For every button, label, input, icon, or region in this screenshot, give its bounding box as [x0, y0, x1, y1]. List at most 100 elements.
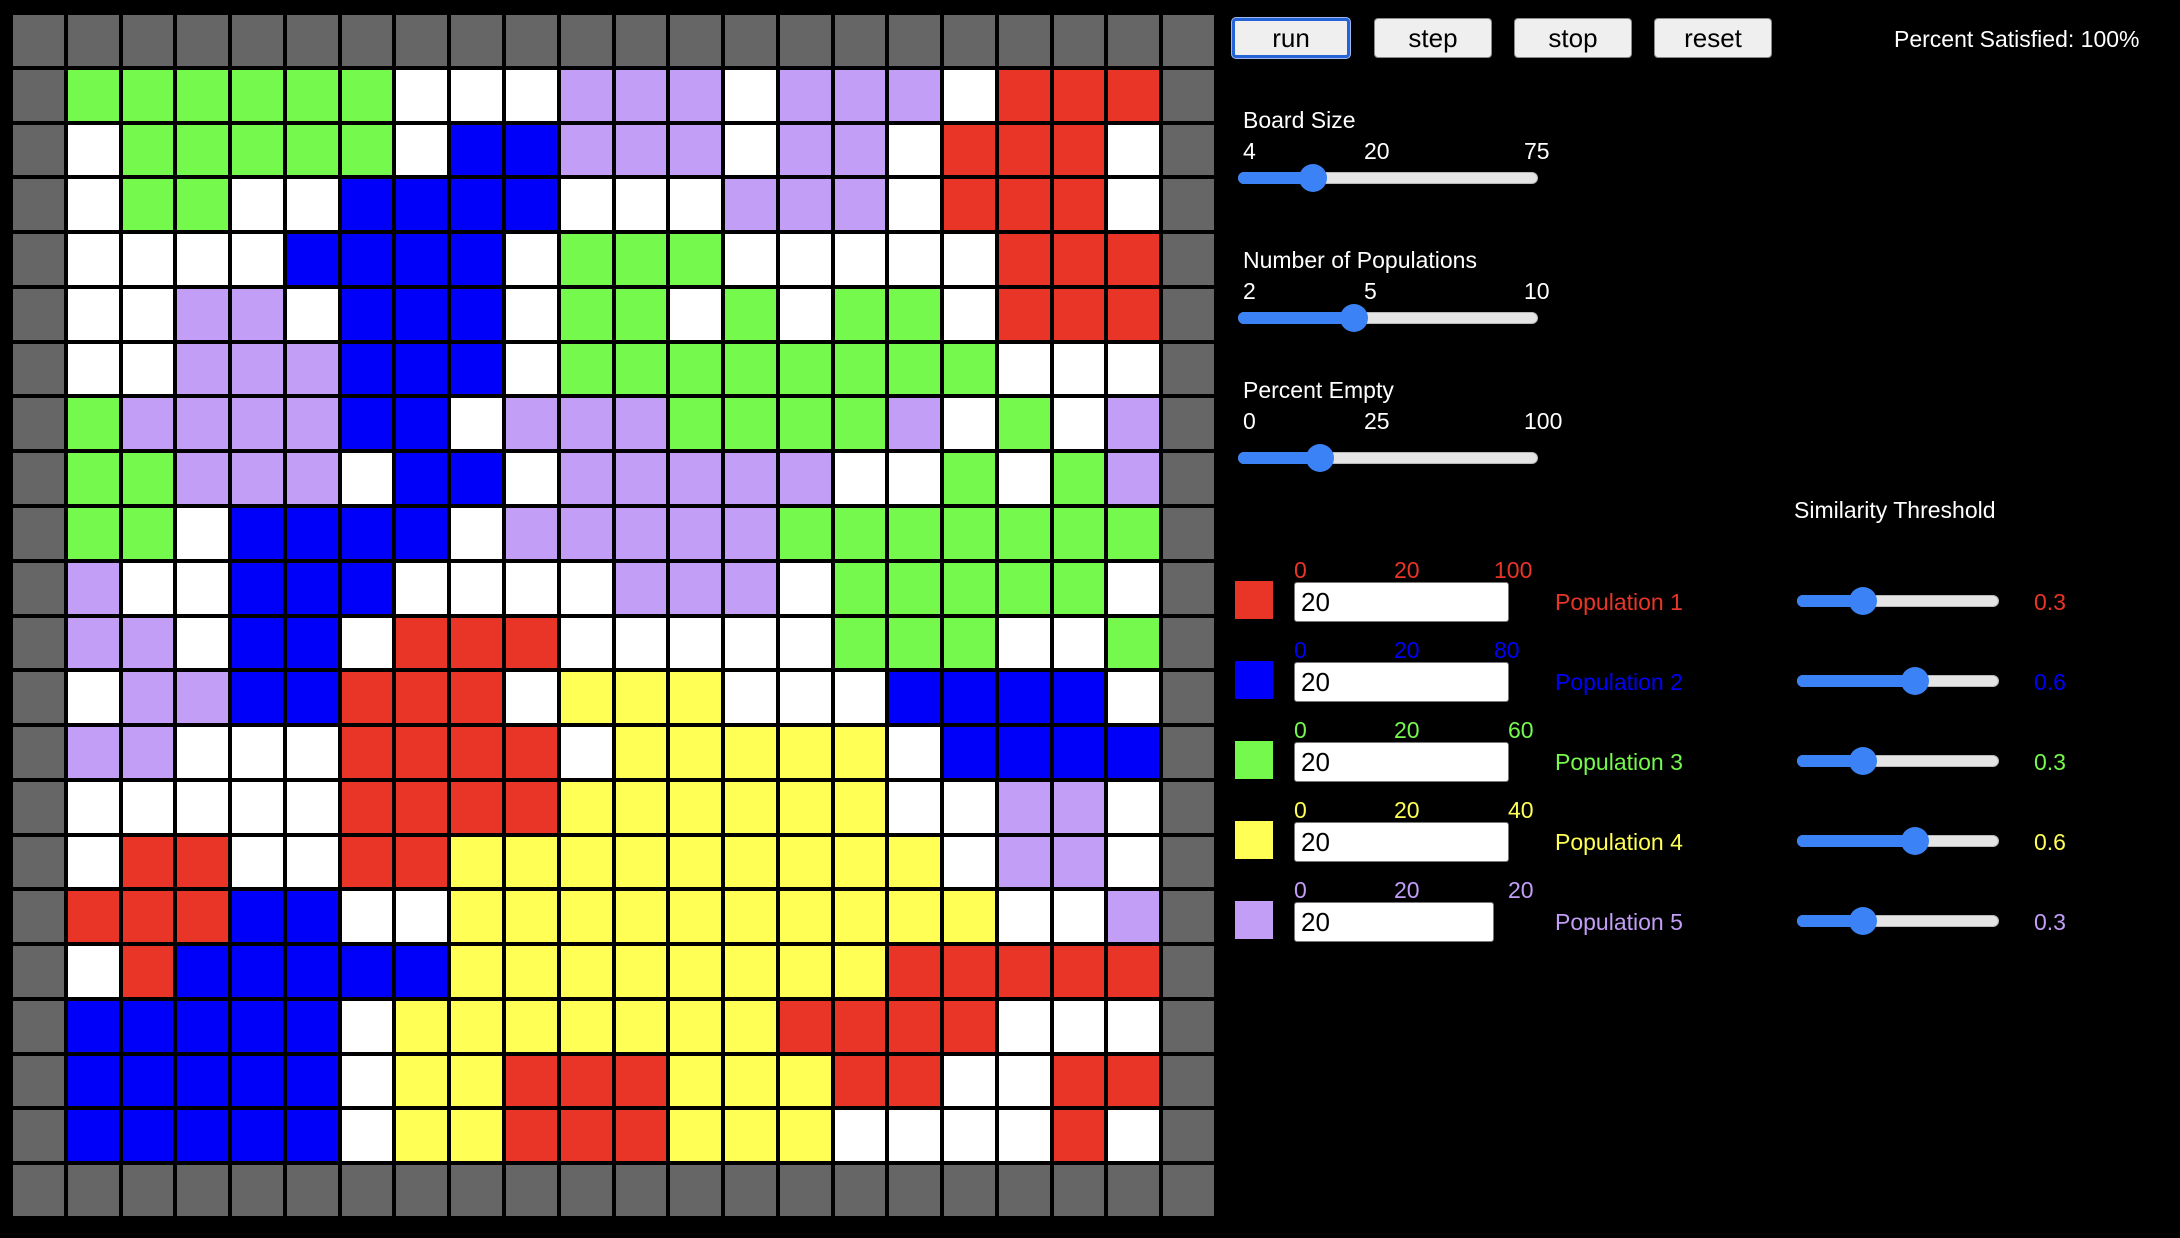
population-1-cell[interactable] — [122, 891, 174, 943]
population-count-input[interactable] — [1294, 822, 1509, 862]
population-3-cell[interactable] — [1108, 507, 1160, 559]
population-5-cell[interactable] — [67, 562, 119, 614]
population-5-cell[interactable] — [615, 562, 667, 614]
empty-cell[interactable] — [122, 781, 174, 833]
population-5-cell[interactable] — [615, 69, 667, 121]
slider-thumb[interactable] — [1901, 667, 1930, 695]
empty-cell[interactable] — [615, 617, 667, 669]
population-3-cell[interactable] — [560, 288, 612, 340]
population-1-cell[interactable] — [944, 1000, 995, 1052]
empty-cell[interactable] — [834, 234, 886, 285]
population-3-cell[interactable] — [615, 343, 667, 395]
population-3-cell[interactable] — [834, 562, 886, 614]
population-2-cell[interactable] — [122, 1110, 174, 1162]
population-5-cell[interactable] — [122, 727, 174, 778]
empty-cell[interactable] — [944, 1055, 995, 1107]
population-4-cell[interactable] — [725, 1055, 776, 1107]
empty-cell[interactable] — [505, 234, 557, 285]
population-3-cell[interactable] — [286, 124, 338, 176]
empty-cell[interactable] — [615, 179, 667, 231]
num-populations-slider[interactable] — [1238, 298, 1538, 338]
population-5-cell[interactable] — [67, 727, 119, 778]
population-4-cell[interactable] — [670, 1055, 722, 1107]
population-2-cell[interactable] — [177, 1000, 229, 1052]
population-5-cell[interactable] — [122, 672, 174, 724]
population-2-cell[interactable] — [286, 672, 338, 724]
population-3-cell[interactable] — [177, 179, 229, 231]
population-2-cell[interactable] — [67, 1110, 119, 1162]
empty-cell[interactable] — [944, 836, 995, 888]
population-3-cell[interactable] — [232, 69, 283, 121]
population-2-cell[interactable] — [341, 179, 393, 231]
population-3-cell[interactable] — [122, 69, 174, 121]
population-2-cell[interactable] — [505, 124, 557, 176]
empty-cell[interactable] — [396, 891, 448, 943]
empty-cell[interactable] — [889, 453, 941, 504]
population-5-cell[interactable] — [560, 124, 612, 176]
empty-cell[interactable] — [779, 234, 831, 285]
population-5-cell[interactable] — [615, 124, 667, 176]
empty-cell[interactable] — [67, 288, 119, 340]
population-1-cell[interactable] — [560, 1110, 612, 1162]
empty-cell[interactable] — [177, 562, 229, 614]
population-3-cell[interactable] — [889, 617, 941, 669]
population-2-cell[interactable] — [396, 179, 448, 231]
population-1-cell[interactable] — [998, 234, 1050, 285]
empty-cell[interactable] — [505, 69, 557, 121]
empty-cell[interactable] — [122, 234, 174, 285]
population-3-cell[interactable] — [67, 69, 119, 121]
population-4-cell[interactable] — [725, 891, 776, 943]
population-4-cell[interactable] — [779, 727, 831, 778]
population-1-cell[interactable] — [889, 946, 941, 997]
population-4-cell[interactable] — [615, 672, 667, 724]
population-2-cell[interactable] — [451, 453, 502, 504]
population-5-cell[interactable] — [232, 288, 283, 340]
population-4-cell[interactable] — [725, 1110, 776, 1162]
population-3-cell[interactable] — [1053, 562, 1105, 614]
population-5-cell[interactable] — [232, 398, 283, 450]
empty-cell[interactable] — [560, 617, 612, 669]
population-4-cell[interactable] — [944, 891, 995, 943]
population-4-cell[interactable] — [834, 727, 886, 778]
empty-cell[interactable] — [889, 124, 941, 176]
population-2-cell[interactable] — [122, 1000, 174, 1052]
population-1-cell[interactable] — [1108, 1055, 1160, 1107]
population-3-cell[interactable] — [122, 124, 174, 176]
population-1-cell[interactable] — [505, 617, 557, 669]
population-2-cell[interactable] — [286, 891, 338, 943]
population-2-cell[interactable] — [286, 234, 338, 285]
population-2-cell[interactable] — [451, 124, 502, 176]
population-4-cell[interactable] — [396, 1055, 448, 1107]
empty-cell[interactable] — [834, 453, 886, 504]
empty-cell[interactable] — [670, 617, 722, 669]
population-4-cell[interactable] — [396, 1110, 448, 1162]
empty-cell[interactable] — [505, 343, 557, 395]
population-4-cell[interactable] — [560, 891, 612, 943]
population-4-cell[interactable] — [670, 891, 722, 943]
population-5-cell[interactable] — [67, 617, 119, 669]
empty-cell[interactable] — [451, 398, 502, 450]
population-5-cell[interactable] — [725, 179, 776, 231]
empty-cell[interactable] — [122, 343, 174, 395]
population-1-cell[interactable] — [451, 617, 502, 669]
population-3-cell[interactable] — [834, 343, 886, 395]
population-1-cell[interactable] — [505, 1055, 557, 1107]
population-5-cell[interactable] — [834, 69, 886, 121]
population-threshold-slider[interactable] — [1797, 741, 1999, 781]
population-4-cell[interactable] — [670, 727, 722, 778]
population-3-cell[interactable] — [560, 234, 612, 285]
empty-cell[interactable] — [286, 727, 338, 778]
population-1-cell[interactable] — [1053, 124, 1105, 176]
empty-cell[interactable] — [889, 179, 941, 231]
population-2-cell[interactable] — [505, 179, 557, 231]
population-4-cell[interactable] — [779, 781, 831, 833]
population-3-cell[interactable] — [944, 343, 995, 395]
population-4-cell[interactable] — [779, 946, 831, 997]
empty-cell[interactable] — [177, 617, 229, 669]
population-4-cell[interactable] — [615, 781, 667, 833]
empty-cell[interactable] — [889, 234, 941, 285]
empty-cell[interactable] — [341, 617, 393, 669]
population-3-cell[interactable] — [67, 453, 119, 504]
population-5-cell[interactable] — [889, 398, 941, 450]
population-2-cell[interactable] — [286, 562, 338, 614]
